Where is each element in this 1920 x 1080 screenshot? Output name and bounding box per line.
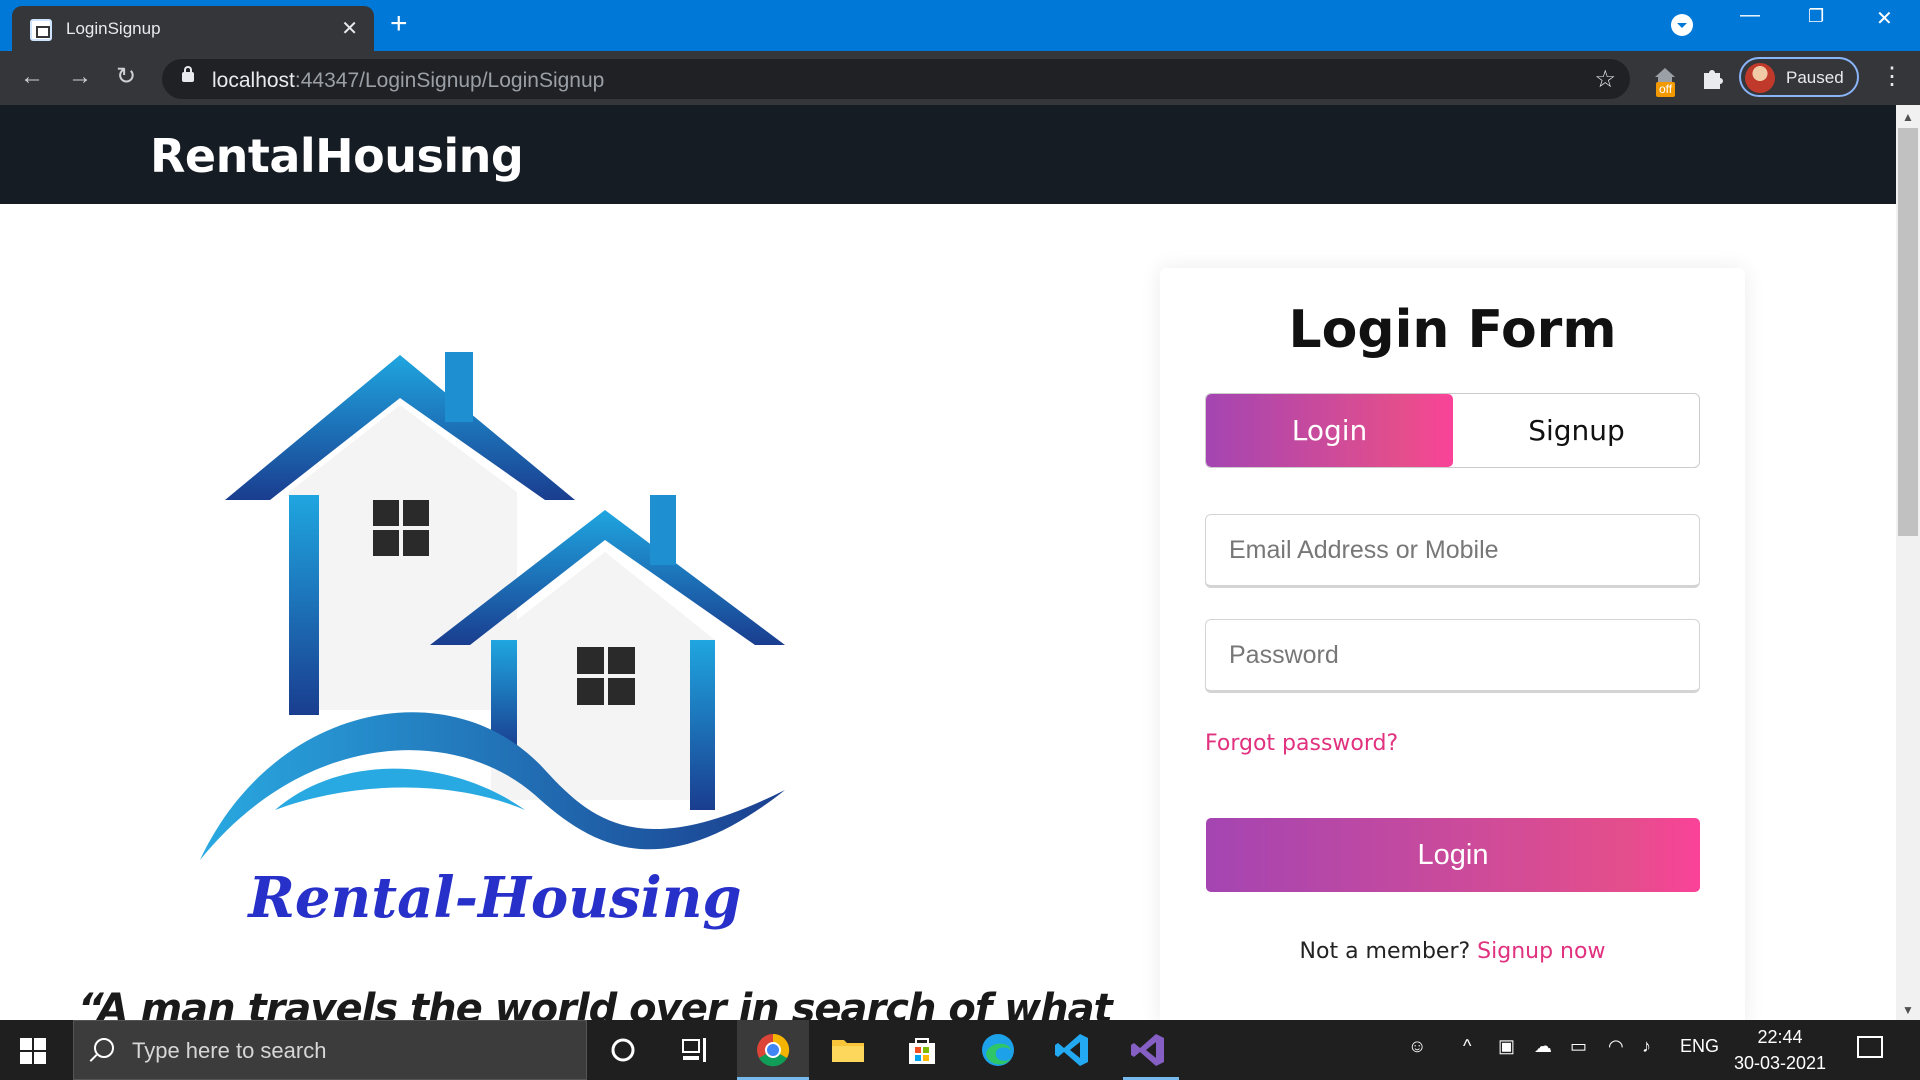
battery-icon[interactable]: ▭ — [1570, 1036, 1587, 1057]
action-center-icon[interactable] — [1857, 1036, 1883, 1058]
windows-start-icon[interactable] — [20, 1038, 46, 1064]
cortana-icon[interactable] — [603, 1030, 643, 1070]
tab-title: LoginSignup — [66, 19, 161, 38]
meet-now-icon[interactable]: ▣ — [1498, 1036, 1515, 1057]
people-icon[interactable]: ☺ — [1408, 1036, 1426, 1057]
windows-taskbar: Type here to search — [0, 1020, 1920, 1080]
wifi-icon[interactable]: ◠ — [1608, 1036, 1624, 1057]
not-member-text: Not a member? — [1299, 939, 1471, 964]
extensions-puzzle-icon[interactable] — [1700, 65, 1726, 91]
restore-icon[interactable]: ❐ — [1808, 6, 1824, 27]
browser-tab[interactable]: LoginSignup ✕ — [12, 6, 374, 51]
file-explorer-icon[interactable] — [828, 1030, 868, 1070]
edge-icon[interactable] — [978, 1030, 1018, 1070]
window-close-icon[interactable]: ✕ — [1876, 6, 1893, 31]
microsoft-store-icon[interactable] — [902, 1030, 942, 1070]
language-indicator[interactable]: ENG — [1680, 1036, 1719, 1057]
tab-favicon-icon — [30, 19, 52, 41]
chrome-icon[interactable] — [753, 1030, 793, 1070]
taskbar-search-placeholder: Type here to search — [132, 1038, 327, 1063]
site-header: RentalHousing — [0, 105, 1896, 204]
avatar — [1745, 63, 1775, 93]
forgot-password-link[interactable]: Forgot password? — [1205, 731, 1398, 756]
clock-date: 30-03-2021 — [1733, 1053, 1827, 1073]
tab-search-icon[interactable] — [1670, 13, 1694, 37]
signup-now-link[interactable]: Signup now — [1477, 939, 1605, 964]
new-tab-icon[interactable]: + — [390, 9, 408, 39]
scrollbar-thumb[interactable] — [1898, 128, 1918, 536]
scroll-down-icon[interactable]: ▼ — [1902, 1003, 1914, 1017]
taskbar-search[interactable]: Type here to search — [73, 1020, 587, 1080]
extension-off-badge: off — [1656, 82, 1676, 97]
back-icon[interactable]: ← — [20, 63, 44, 91]
search-icon — [94, 1038, 114, 1058]
login-submit-button[interactable]: Login — [1206, 818, 1700, 892]
email-field[interactable] — [1205, 514, 1700, 588]
visual-studio-icon[interactable] — [1128, 1030, 1168, 1070]
volume-icon[interactable]: ♪ — [1642, 1036, 1651, 1057]
profile-status: Paused — [1786, 68, 1844, 87]
tab-signup[interactable]: Signup — [1453, 394, 1699, 467]
tab-login[interactable]: Login — [1206, 394, 1453, 467]
password-field[interactable] — [1205, 619, 1700, 693]
rental-housing-logo: Rental-Housing — [200, 352, 785, 931]
onedrive-icon[interactable]: ☁ — [1534, 1036, 1552, 1057]
forward-icon[interactable]: → — [68, 63, 92, 91]
browser-titlebar: LoginSignup ✕ + — ❐ ✕ — [0, 0, 1920, 51]
logo-text: Rental-Housing — [246, 865, 741, 931]
form-mode-toggle: Login Signup — [1205, 393, 1700, 468]
tab-close-icon[interactable]: ✕ — [341, 16, 358, 41]
task-view-icon[interactable] — [675, 1030, 715, 1070]
vscode-icon[interactable] — [1052, 1030, 1092, 1070]
scroll-up-icon[interactable]: ▲ — [1902, 110, 1914, 124]
site-brand[interactable]: RentalHousing — [150, 129, 524, 183]
url-text: localhost:44347/LoginSignup/LoginSignup — [212, 69, 605, 92]
taskbar-clock[interactable]: 22:44 30-03-2021 — [1720, 1024, 1840, 1076]
bookmark-star-icon[interactable]: ☆ — [1594, 65, 1616, 94]
tray-overflow-icon[interactable]: ^ — [1463, 1036, 1471, 1057]
profile-button[interactable]: Paused — [1739, 57, 1859, 97]
clock-time: 22:44 — [1757, 1027, 1803, 1047]
reload-icon[interactable]: ↻ — [116, 63, 136, 91]
browser-toolbar: ← → ↻ localhost:44347/LoginSignup/LoginS… — [0, 51, 1920, 105]
form-title: Login Form — [1288, 300, 1617, 360]
signup-prompt: Not a member? Signup now — [1160, 939, 1745, 964]
minimize-icon[interactable]: — — [1740, 4, 1760, 27]
lock-icon[interactable] — [182, 66, 194, 82]
browser-menu-icon[interactable]: ⋮ — [1880, 62, 1904, 91]
address-bar[interactable]: localhost:44347/LoginSignup/LoginSignup … — [162, 59, 1630, 99]
